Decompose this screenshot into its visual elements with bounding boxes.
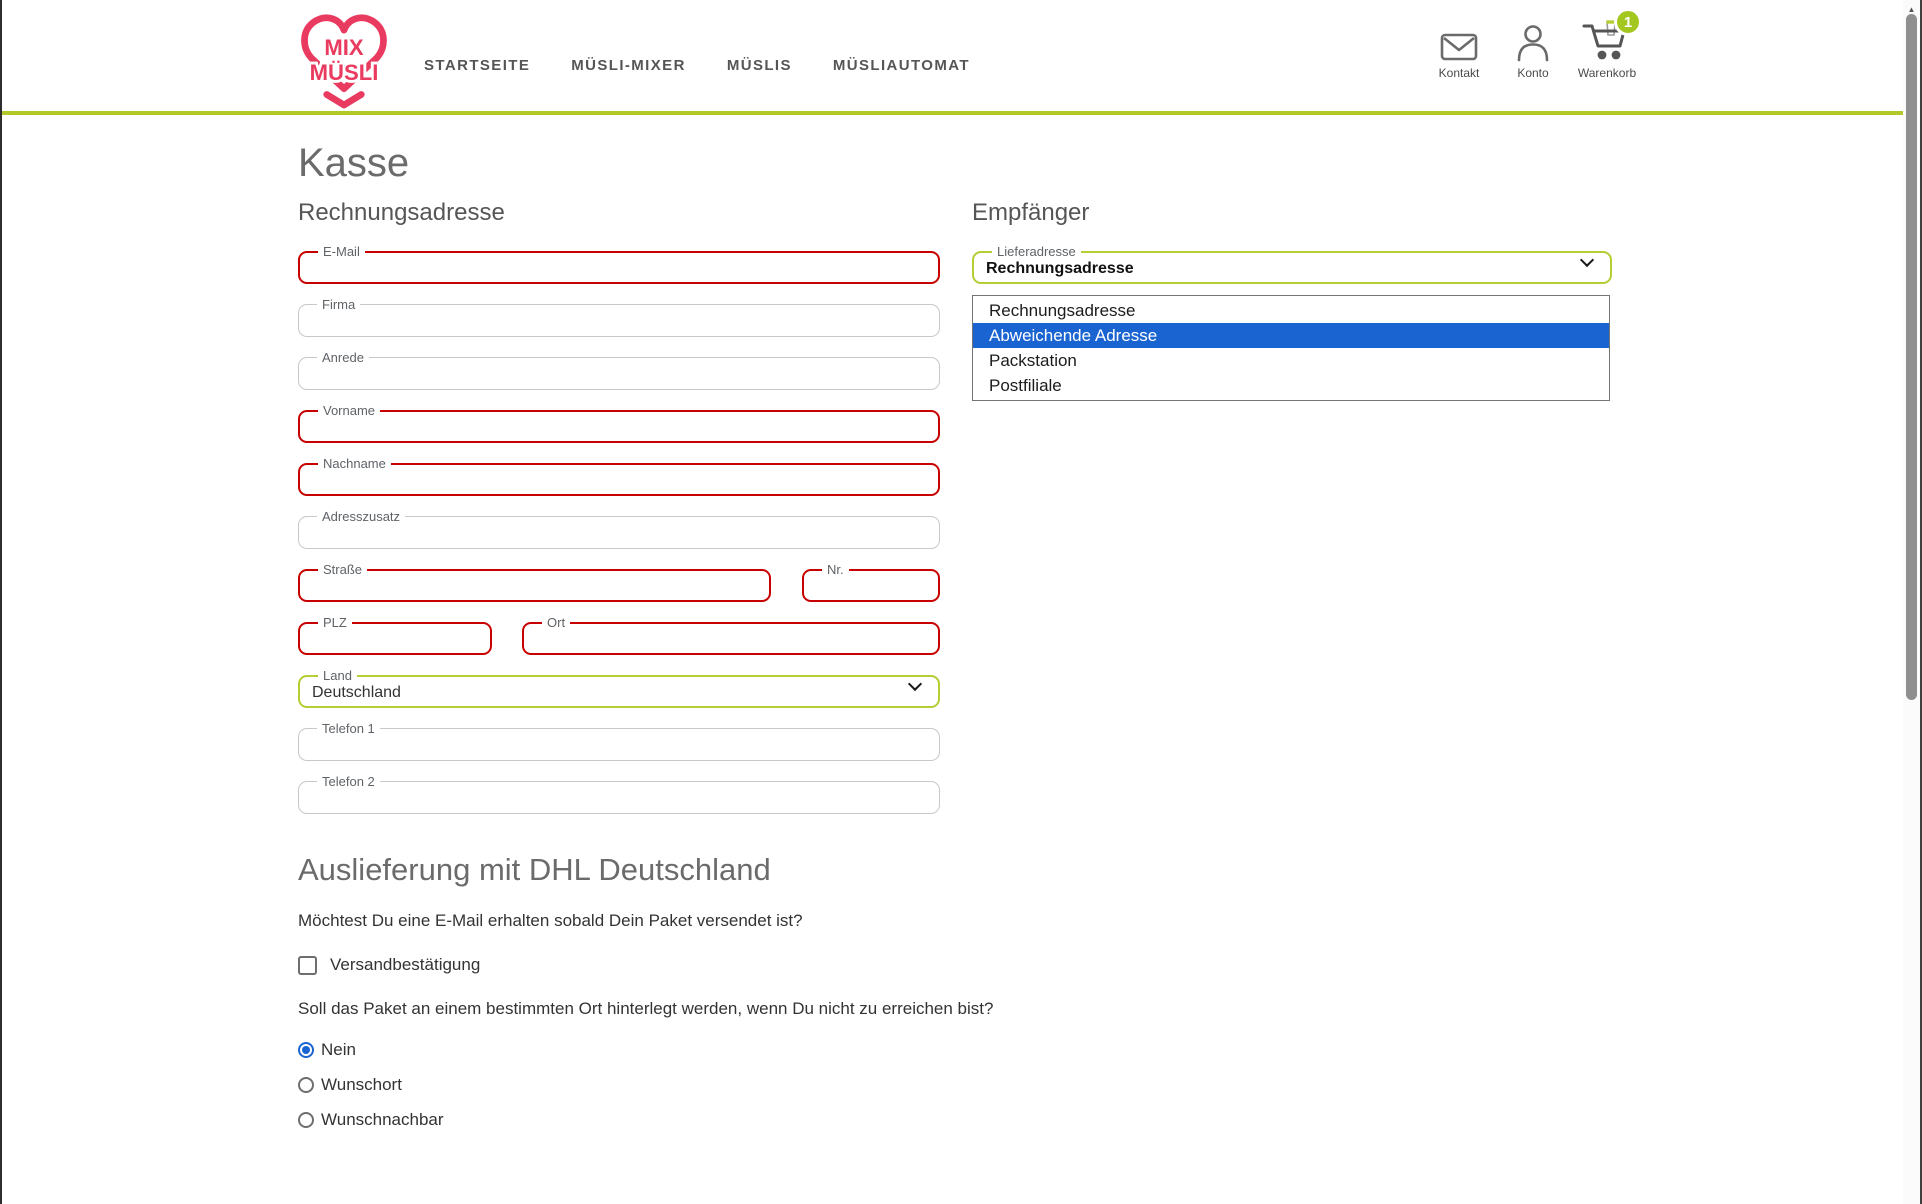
nav-item-startseite[interactable]: STARTSEITE [424,57,530,74]
window-left-edge [0,0,2,1204]
shipping-email-question: Möchtest Du eine E-Mail erhalten sobald … [298,911,1618,931]
delivery-address-dropdown: Rechnungsadresse Abweichende Adresse Pac… [972,295,1610,401]
delivery-address-label: Lieferadresse [992,244,1081,259]
housenumber-label: Nr. [822,562,849,577]
radio-nein[interactable] [298,1042,314,1058]
account-button[interactable]: Konto [1502,18,1564,80]
logo-text-line2: MÜSLI [310,60,379,85]
delivery-address-value: Rechnungsadresse [986,260,1134,278]
zip-input[interactable] [312,630,478,650]
city-label: Ort [542,615,570,630]
radio-wunschort[interactable] [298,1077,314,1093]
address-extra-input[interactable] [311,524,927,544]
shipping-confirmation-label: Versandbestätigung [330,955,480,975]
header-actions: Kontakt Konto Warenkorb [1428,18,1638,80]
header: MIX MÜSLI STARTSEITE MÜSLI-MIXER MÜSLIS … [0,0,1922,115]
radio-wunschnachbar[interactable] [298,1112,314,1128]
field-firstname: Vorname [298,403,940,443]
lastname-input[interactable] [312,471,926,491]
street-input[interactable] [312,577,757,597]
nav-item-muesliautomat[interactable]: MÜSLIAUTOMAT [833,57,970,74]
cart-count-badge: 1 [1614,8,1642,36]
dropdown-option-abweichende-adresse[interactable]: Abweichende Adresse [973,323,1609,348]
recipient-heading: Empfänger [972,201,1612,225]
company-input[interactable] [311,312,927,332]
shipping-confirmation-option[interactable]: Versandbestätigung [298,955,1618,975]
dropdown-option-packstation[interactable]: Packstation [973,348,1609,373]
street-row: Straße Nr. [298,562,940,602]
main-nav: STARTSEITE MÜSLI-MIXER MÜSLIS MÜSLIAUTOM… [424,57,970,74]
shipping-confirmation-checkbox[interactable] [298,956,317,975]
page-title: Kasse [298,141,1618,185]
person-icon [1516,24,1550,62]
field-address-extra: Adresszusatz [298,509,940,549]
drop-location-question: Soll das Paket an einem bestimmten Ort h… [298,999,1618,1019]
country-label: Land [318,668,357,683]
radio-wunschort-label: Wunschort [321,1075,402,1095]
account-label: Konto [1517,66,1548,80]
radio-option-nein[interactable]: Nein [298,1041,1618,1059]
envelope-icon [1440,32,1478,62]
city-input[interactable] [536,630,926,650]
address-extra-label: Adresszusatz [317,509,405,524]
shop-logo[interactable]: MIX MÜSLI [296,6,392,110]
street-label: Straße [318,562,367,577]
nav-item-mueslis[interactable]: MÜSLIS [727,57,792,74]
vertical-scrollbar[interactable]: ▲ [1903,0,1920,1204]
dropdown-option-rechnungsadresse[interactable]: Rechnungsadresse [973,298,1609,323]
radio-option-wunschort[interactable]: Wunschort [298,1076,1618,1094]
firstname-label: Vorname [318,403,380,418]
country-value: Deutschland [312,684,401,702]
salutation-input[interactable] [311,365,927,385]
phone1-label: Telefon 1 [317,721,380,736]
billing-address-section: Rechnungsadresse E-Mail Firma Anrede [298,201,940,827]
phone2-input[interactable] [311,789,927,809]
checkout-page: Kasse Rechnungsadresse E-Mail Firma Anre… [298,119,1618,1146]
zip-label: PLZ [318,615,352,630]
country-select[interactable]: Land Deutschland [298,668,940,708]
email-label: E-Mail [318,244,365,259]
field-salutation: Anrede [298,350,940,390]
field-email: E-Mail [298,244,940,284]
drop-location-radio-group: Nein Wunschort Wunschnachbar [298,1041,1618,1129]
heart-logo-icon: MIX MÜSLI [296,6,392,110]
radio-option-wunschnachbar[interactable]: Wunschnachbar [298,1111,1618,1129]
billing-heading: Rechnungsadresse [298,201,940,225]
email-input[interactable] [312,259,926,279]
firstname-input[interactable] [312,418,926,438]
scrollbar-thumb[interactable] [1906,14,1917,700]
city-row: PLZ Ort [298,615,940,655]
field-phone1: Telefon 1 [298,721,940,761]
radio-nein-label: Nein [321,1040,356,1060]
phone2-label: Telefon 2 [317,774,380,789]
dhl-section: Auslieferung mit DHL Deutschland Möchtes… [298,853,1618,1129]
recipient-section: Empfänger Lieferadresse Rechnungsadresse… [972,201,1612,297]
contact-label: Kontakt [1439,66,1480,80]
dhl-heading: Auslieferung mit DHL Deutschland [298,853,1618,887]
radio-wunschnachbar-label: Wunschnachbar [321,1110,444,1130]
field-phone2: Telefon 2 [298,774,940,814]
logo-text-line1: MIX [324,35,364,60]
housenumber-input[interactable] [816,577,926,597]
delivery-address-select[interactable]: Lieferadresse Rechnungsadresse [972,244,1612,284]
salutation-label: Anrede [317,350,369,365]
field-lastname: Nachname [298,456,940,496]
contact-button[interactable]: Kontakt [1428,18,1490,80]
lastname-label: Nachname [318,456,391,471]
company-label: Firma [317,297,360,312]
field-company: Firma [298,297,940,337]
nav-item-muesli-mixer[interactable]: MÜSLI-MIXER [571,57,686,74]
cart-label: Warenkorb [1578,66,1636,80]
cart-button[interactable]: Warenkorb 1 [1576,18,1638,80]
phone1-input[interactable] [311,736,927,756]
dropdown-option-postfiliale[interactable]: Postfiliale [973,373,1609,398]
